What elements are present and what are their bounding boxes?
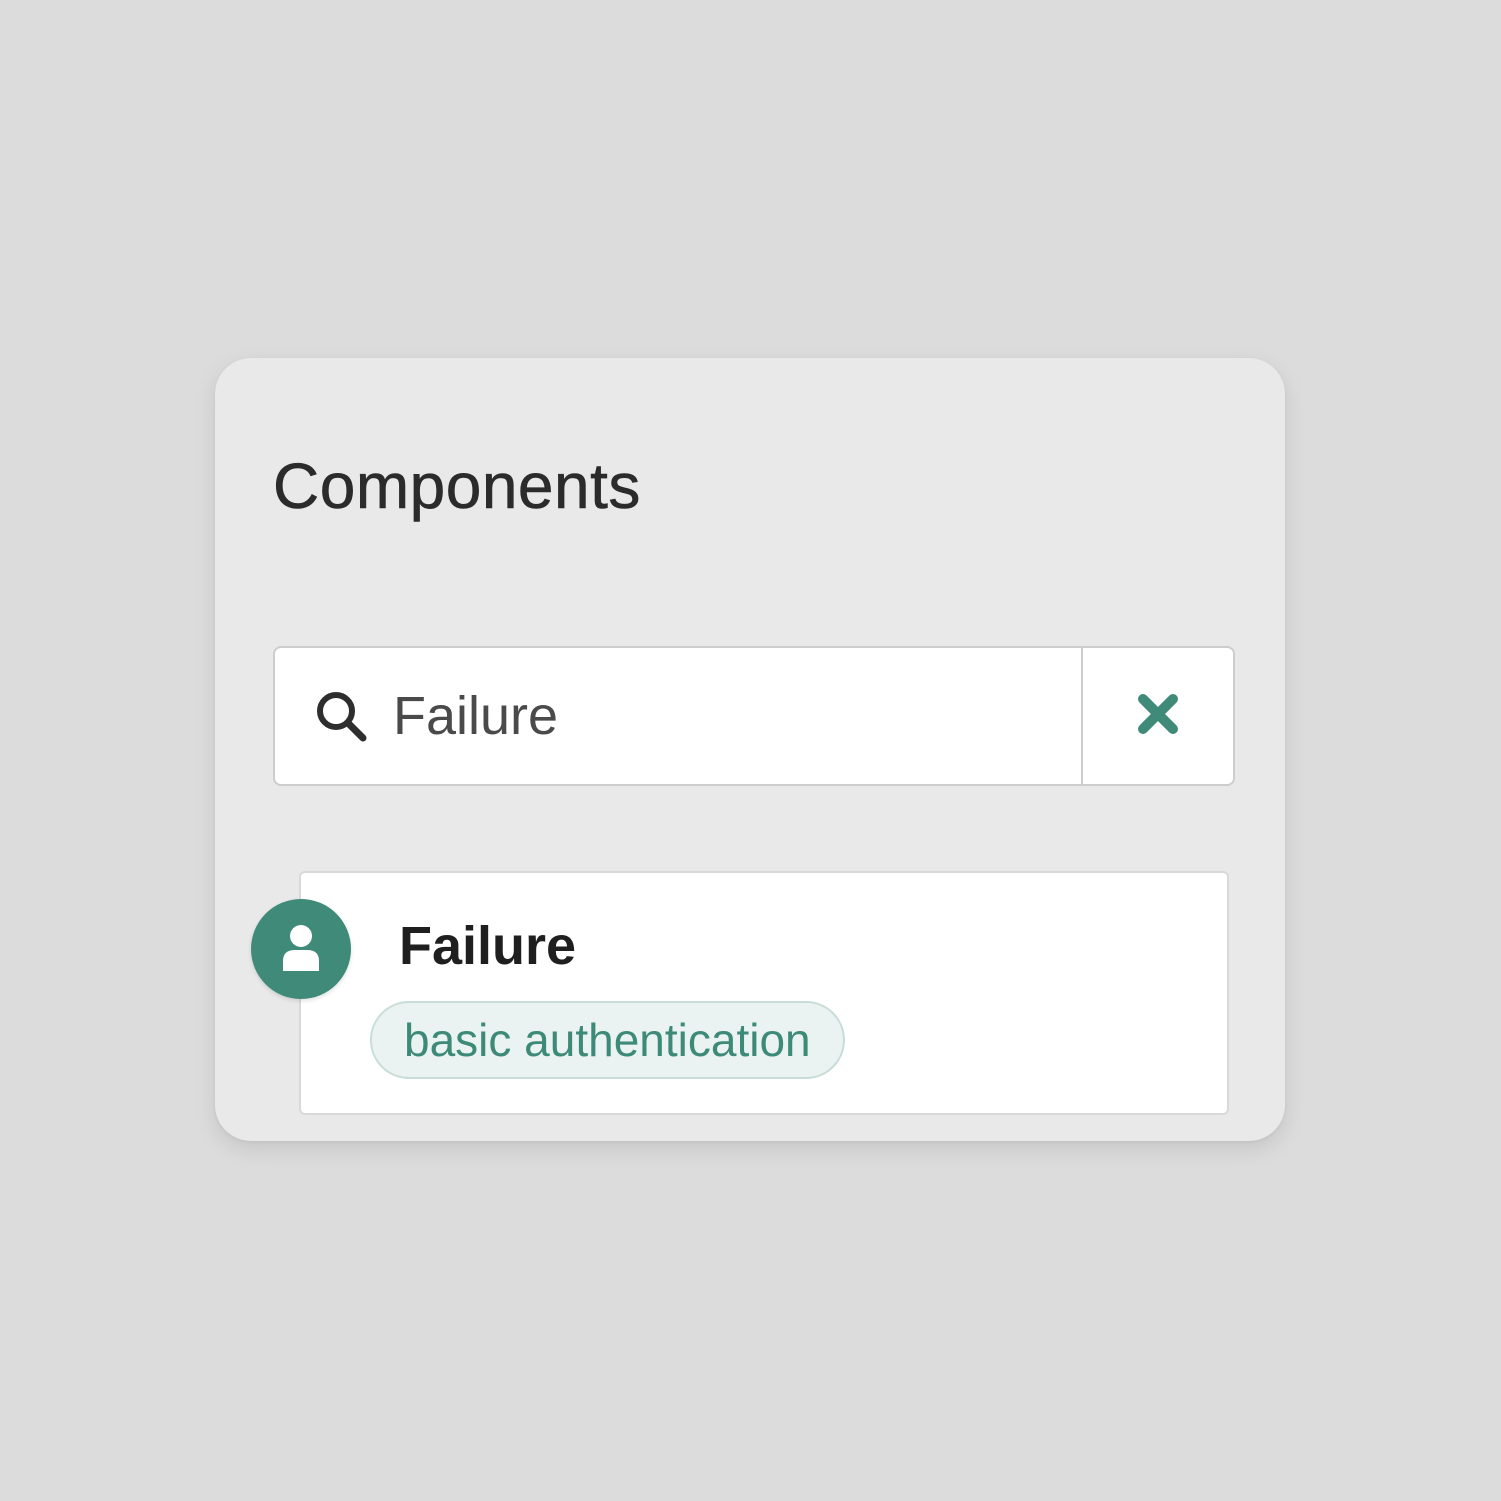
clear-search-button[interactable] [1081, 648, 1233, 784]
result-tag[interactable]: basic authentication [370, 1001, 845, 1079]
panel-title: Components [273, 450, 641, 522]
close-icon [1137, 693, 1179, 740]
search-box [273, 646, 1235, 786]
search-field[interactable] [275, 648, 1081, 784]
components-panel: Components Failure Failure basic authent… [215, 358, 1285, 1141]
user-icon [251, 899, 351, 999]
search-icon [311, 686, 371, 746]
search-input[interactable] [393, 685, 993, 747]
result-name: Failure [399, 916, 577, 976]
